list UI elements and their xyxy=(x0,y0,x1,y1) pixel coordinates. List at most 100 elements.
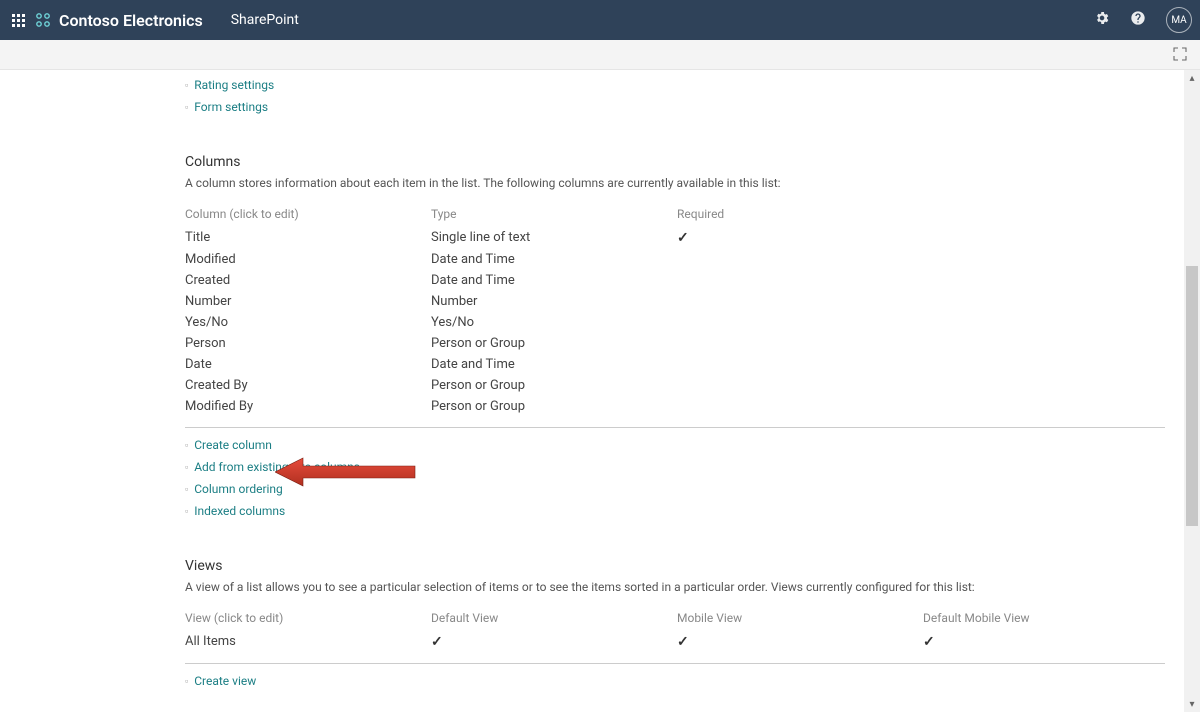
bullet-icon: ▫ xyxy=(185,102,188,113)
column-row: Date Date and Time xyxy=(185,354,1165,375)
view-header-default: Default View xyxy=(431,611,677,625)
column-required xyxy=(677,273,827,288)
column-required: ✓ xyxy=(677,230,827,246)
bullet-icon: ▫ xyxy=(185,484,188,495)
create-view-link[interactable]: Create view xyxy=(194,674,256,688)
global-header: Contoso Electronics SharePoint MA xyxy=(0,0,1200,40)
settings-icon[interactable] xyxy=(1094,10,1110,30)
focus-mode-icon[interactable] xyxy=(1172,46,1188,66)
view-name-link[interactable]: All Items xyxy=(185,634,236,649)
column-type: Person or Group xyxy=(431,399,677,414)
view-header-mobile: Mobile View xyxy=(677,611,923,625)
app-launcher-icon[interactable] xyxy=(12,14,25,27)
column-ordering-link[interactable]: Column ordering xyxy=(194,482,283,496)
brand-logo-icon xyxy=(35,12,51,28)
indexed-columns-link[interactable]: Indexed columns xyxy=(194,504,285,518)
column-type: Yes/No xyxy=(431,315,677,330)
create-column-link[interactable]: Create column xyxy=(194,438,272,452)
col-header-type: Type xyxy=(431,207,677,221)
rating-settings-link[interactable]: Rating settings xyxy=(194,78,274,92)
bullet-icon: ▫ xyxy=(185,676,188,687)
column-name-link[interactable]: Person xyxy=(185,336,226,351)
view-default: ✓ xyxy=(431,634,677,650)
column-row: Created Date and Time xyxy=(185,270,1165,291)
columns-header-row: Column (click to edit) Type Required xyxy=(185,204,1165,227)
view-mobile: ✓ xyxy=(677,634,923,650)
form-settings-item: ▫ Form settings xyxy=(185,100,1167,114)
views-separator xyxy=(185,663,1165,664)
check-icon: ✓ xyxy=(677,634,689,650)
column-required xyxy=(677,315,827,330)
app-name: SharePoint xyxy=(231,12,299,28)
col-header-required: Required xyxy=(677,207,827,221)
view-header-name: View (click to edit) xyxy=(185,611,431,625)
check-icon: ✓ xyxy=(923,634,935,650)
views-description: A view of a list allows you to see a par… xyxy=(185,580,1167,594)
col-header-name: Column (click to edit) xyxy=(185,207,431,221)
view-default-mobile: ✓ xyxy=(923,634,1169,650)
scroll-track[interactable] xyxy=(1184,86,1200,696)
add-existing-item: ▫ Add from existing site columns xyxy=(185,460,1167,474)
view-header-default-mobile: Default Mobile View xyxy=(923,611,1169,625)
views-header-row: View (click to edit) Default View Mobile… xyxy=(185,608,1165,631)
create-view-item: ▫ Create view xyxy=(185,674,1167,688)
column-name-link[interactable]: Created By xyxy=(185,378,248,393)
bullet-icon: ▫ xyxy=(185,80,188,91)
column-type: Date and Time xyxy=(431,252,677,267)
column-name-link[interactable]: Number xyxy=(185,294,231,309)
columns-table: Column (click to edit) Type Required Tit… xyxy=(185,204,1165,417)
column-name-link[interactable]: Modified By xyxy=(185,399,253,414)
indexed-columns-item: ▫ Indexed columns xyxy=(185,504,1167,518)
bullet-icon: ▫ xyxy=(185,506,188,517)
column-row: Modified Date and Time xyxy=(185,249,1165,270)
column-required xyxy=(677,378,827,393)
column-name-link[interactable]: Yes/No xyxy=(185,315,228,330)
settings-content: ▫ Rating settings ▫ Form settings Columns A… xyxy=(0,78,1167,712)
column-type: Number xyxy=(431,294,677,309)
content-scroll-area[interactable]: ▫ Rating settings ▫ Form settings Columns A… xyxy=(0,70,1182,712)
scroll-thumb[interactable] xyxy=(1186,266,1198,526)
column-type: Single line of text xyxy=(431,230,677,246)
scroll-up-arrow[interactable]: ▴ xyxy=(1184,70,1200,86)
add-existing-link[interactable]: Add from existing site columns xyxy=(194,460,360,474)
form-settings-link[interactable]: Form settings xyxy=(194,100,268,114)
column-required xyxy=(677,252,827,267)
columns-description: A column stores information about each i… xyxy=(185,176,1167,190)
columns-heading: Columns xyxy=(185,154,1167,170)
column-row: Modified By Person or Group xyxy=(185,396,1165,417)
help-icon[interactable] xyxy=(1130,10,1146,30)
column-row: Person Person or Group xyxy=(185,333,1165,354)
vertical-scrollbar[interactable]: ▴ ▾ xyxy=(1184,70,1200,712)
scroll-down-arrow[interactable]: ▾ xyxy=(1184,696,1200,712)
column-name-link[interactable]: Title xyxy=(185,230,210,245)
column-required xyxy=(677,357,827,372)
views-table: View (click to edit) Default View Mobile… xyxy=(185,608,1165,653)
columns-separator xyxy=(185,427,1165,428)
column-required xyxy=(677,336,827,351)
user-avatar[interactable]: MA xyxy=(1166,7,1192,33)
bullet-icon: ▫ xyxy=(185,462,188,473)
rating-settings-item: ▫ Rating settings xyxy=(185,78,1167,92)
column-ordering-item: ▫ Column ordering xyxy=(185,482,1167,496)
brand-name: Contoso Electronics xyxy=(59,11,203,30)
column-type: Person or Group xyxy=(431,378,677,393)
views-heading: Views xyxy=(185,558,1167,574)
column-row: Number Number xyxy=(185,291,1165,312)
check-icon: ✓ xyxy=(677,230,689,246)
column-name-link[interactable]: Created xyxy=(185,273,230,288)
column-name-link[interactable]: Modified xyxy=(185,252,236,267)
avatar-initials: MA xyxy=(1171,15,1186,26)
column-type: Date and Time xyxy=(431,273,677,288)
check-icon: ✓ xyxy=(431,634,443,650)
bullet-icon: ▫ xyxy=(185,440,188,451)
column-name-link[interactable]: Date xyxy=(185,357,212,372)
column-required xyxy=(677,294,827,309)
create-column-item: ▫ Create column xyxy=(185,438,1167,452)
column-type: Date and Time xyxy=(431,357,677,372)
column-row: Title Single line of text✓ xyxy=(185,227,1165,249)
ribbon-bar xyxy=(0,40,1200,70)
column-required xyxy=(677,399,827,414)
column-row: Yes/No Yes/No xyxy=(185,312,1165,333)
column-type: Person or Group xyxy=(431,336,677,351)
view-row: All Items ✓ ✓ ✓ xyxy=(185,631,1165,653)
